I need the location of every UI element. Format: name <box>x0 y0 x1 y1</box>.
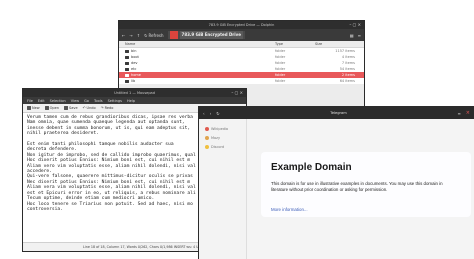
file-manager-titlebar[interactable]: 783.9 GiB Encrypted Drive — Dolphin – ▢ … <box>119 21 364 29</box>
editor-menubar: File Edit Selection View Go Tools Settin… <box>23 97 246 104</box>
save-button[interactable]: Save <box>64 106 78 110</box>
folder-icon <box>125 49 129 53</box>
new-file-icon <box>27 106 31 110</box>
more-information-link[interactable]: More information... <box>271 207 308 212</box>
undo-label: Undo <box>86 106 96 110</box>
refresh-label: Refresh <box>148 32 164 38</box>
file-manager-title: 783.9 GiB Encrypted Drive — Dolphin <box>208 23 275 27</box>
forward-button[interactable]: → <box>129 33 132 38</box>
menu-icon[interactable]: ≡ <box>358 33 361 38</box>
favicon-icon <box>205 126 209 131</box>
location-bar[interactable]: 783.9 GiB Encrypted Drive <box>167 31 245 39</box>
open-button[interactable]: Open <box>44 106 59 110</box>
browser-toolbar: ‹ › ↻ Telegram ≡ × <box>199 107 474 119</box>
bookmark-label: Mozy <box>211 135 221 140</box>
editor-titlebar[interactable]: Untitled 1 — Mousepad – ▢ × <box>23 89 246 97</box>
refresh-button[interactable]: ↻ Refresh <box>144 33 163 38</box>
file-type: folder <box>275 61 286 65</box>
bookmark-item[interactable]: Wikipedia <box>199 124 246 133</box>
file-name: lib <box>131 79 136 83</box>
refresh-icon: ↻ <box>144 32 148 38</box>
back-arrow-icon[interactable]: ‹ <box>203 111 205 116</box>
menu-file[interactable]: File <box>27 99 33 103</box>
menu-help[interactable]: Help <box>127 99 135 103</box>
address-bar[interactable]: Telegram <box>224 110 453 116</box>
save-icon <box>64 106 68 110</box>
file-type: folder <box>275 55 286 59</box>
menu-icon[interactable]: ≡ <box>457 111 460 116</box>
menu-tools[interactable]: Tools <box>94 99 103 103</box>
page-heading: Example Domain <box>271 162 352 173</box>
folder-icon <box>125 73 129 77</box>
file-size: 1157 items <box>335 49 355 53</box>
up-arrow-icon: ↑ <box>136 32 141 38</box>
redo-label: Redo <box>104 106 114 110</box>
file-size: 2 items <box>341 73 355 77</box>
open-label: Open <box>49 106 59 110</box>
file-row[interactable]: lib folder 64 items <box>119 78 364 84</box>
bookmark-label: Wikipedia <box>211 126 229 131</box>
close-icon[interactable]: × <box>466 110 470 116</box>
file-name: home <box>131 73 141 77</box>
file-size: 64 items <box>339 79 355 83</box>
file-type: folder <box>275 73 286 77</box>
file-type: folder <box>275 79 286 83</box>
favicon-icon <box>205 144 209 149</box>
file-name: dev <box>131 61 138 65</box>
forward-arrow-icon[interactable]: › <box>210 111 212 116</box>
column-type[interactable]: Type <box>275 42 315 46</box>
bookmark-item[interactable]: Discord <box>199 142 246 151</box>
menu-edit[interactable]: Edit <box>38 99 45 103</box>
menu-view[interactable]: View <box>71 99 79 103</box>
new-button[interactable]: New <box>27 106 40 110</box>
file-name: boot <box>131 55 139 59</box>
window-controls[interactable]: – ▢ × <box>231 91 243 95</box>
web-content: Example Domain This domain is for use in… <box>247 119 474 259</box>
folder-icon <box>125 61 129 65</box>
up-button[interactable]: ↑ <box>137 33 140 38</box>
file-list: bin folder 1157 items boot folder 4 items de… <box>119 48 364 84</box>
column-name[interactable]: Name <box>125 42 275 46</box>
window-controls[interactable]: – ▢ × <box>349 23 361 27</box>
view-grid-icon[interactable]: ▦ <box>350 33 354 38</box>
page-paragraph: This domain is for use in illustrative e… <box>271 181 443 192</box>
reload-icon[interactable]: ↻ <box>216 111 219 116</box>
file-manager-toolbar: ← → ↑ ↻ Refresh 783.9 GiB Encrypted Drive… <box>119 29 364 41</box>
file-type: folder <box>275 67 286 71</box>
file-type: folder <box>275 49 286 53</box>
undo-button[interactable]: ↶ Undo <box>83 106 96 110</box>
folder-icon <box>125 67 129 71</box>
folder-icon <box>125 55 129 59</box>
open-folder-icon <box>44 106 49 110</box>
redo-icon: ↷ <box>100 106 104 110</box>
browser-window: ‹ › ↻ Telegram ≡ × Wikipedia Mozy Discor… <box>198 106 474 259</box>
file-name: bin <box>131 49 137 53</box>
forward-arrow-icon: → <box>129 32 133 38</box>
editor-title: Untitled 1 — Mousepad <box>114 91 155 95</box>
favicon-icon <box>205 135 209 140</box>
back-button[interactable]: ← <box>122 33 125 38</box>
bookmark-label: Discord <box>211 144 225 149</box>
back-arrow-icon: ← <box>122 32 126 38</box>
menu-settings[interactable]: Settings <box>108 99 122 103</box>
file-name: etc <box>131 67 137 71</box>
save-label: Save <box>69 106 78 110</box>
file-size: 4 items <box>341 55 355 59</box>
file-list-header: Name Type Size <box>119 41 364 48</box>
drive-icon <box>169 31 178 39</box>
bookmark-item[interactable]: Mozy <box>199 133 246 142</box>
file-size: 7 items <box>341 61 355 65</box>
bookmark-sidebar: Wikipedia Mozy Discord <box>199 119 247 259</box>
column-size[interactable]: Size <box>315 42 355 46</box>
menu-selection[interactable]: Selection <box>50 99 66 103</box>
breadcrumb-drive[interactable]: 783.9 GiB Encrypted Drive <box>179 31 243 39</box>
folder-icon <box>125 79 129 83</box>
redo-button[interactable]: ↷ Redo <box>101 106 114 110</box>
new-label: New <box>32 106 40 110</box>
file-size: 54 items <box>339 67 355 71</box>
menu-go[interactable]: Go <box>84 99 89 103</box>
example-domain-card: Example Domain This domain is for use in… <box>261 152 471 217</box>
desktop: 783.9 GiB Encrypted Drive — Dolphin – ▢ … <box>0 0 474 259</box>
undo-icon: ↶ <box>82 106 86 110</box>
